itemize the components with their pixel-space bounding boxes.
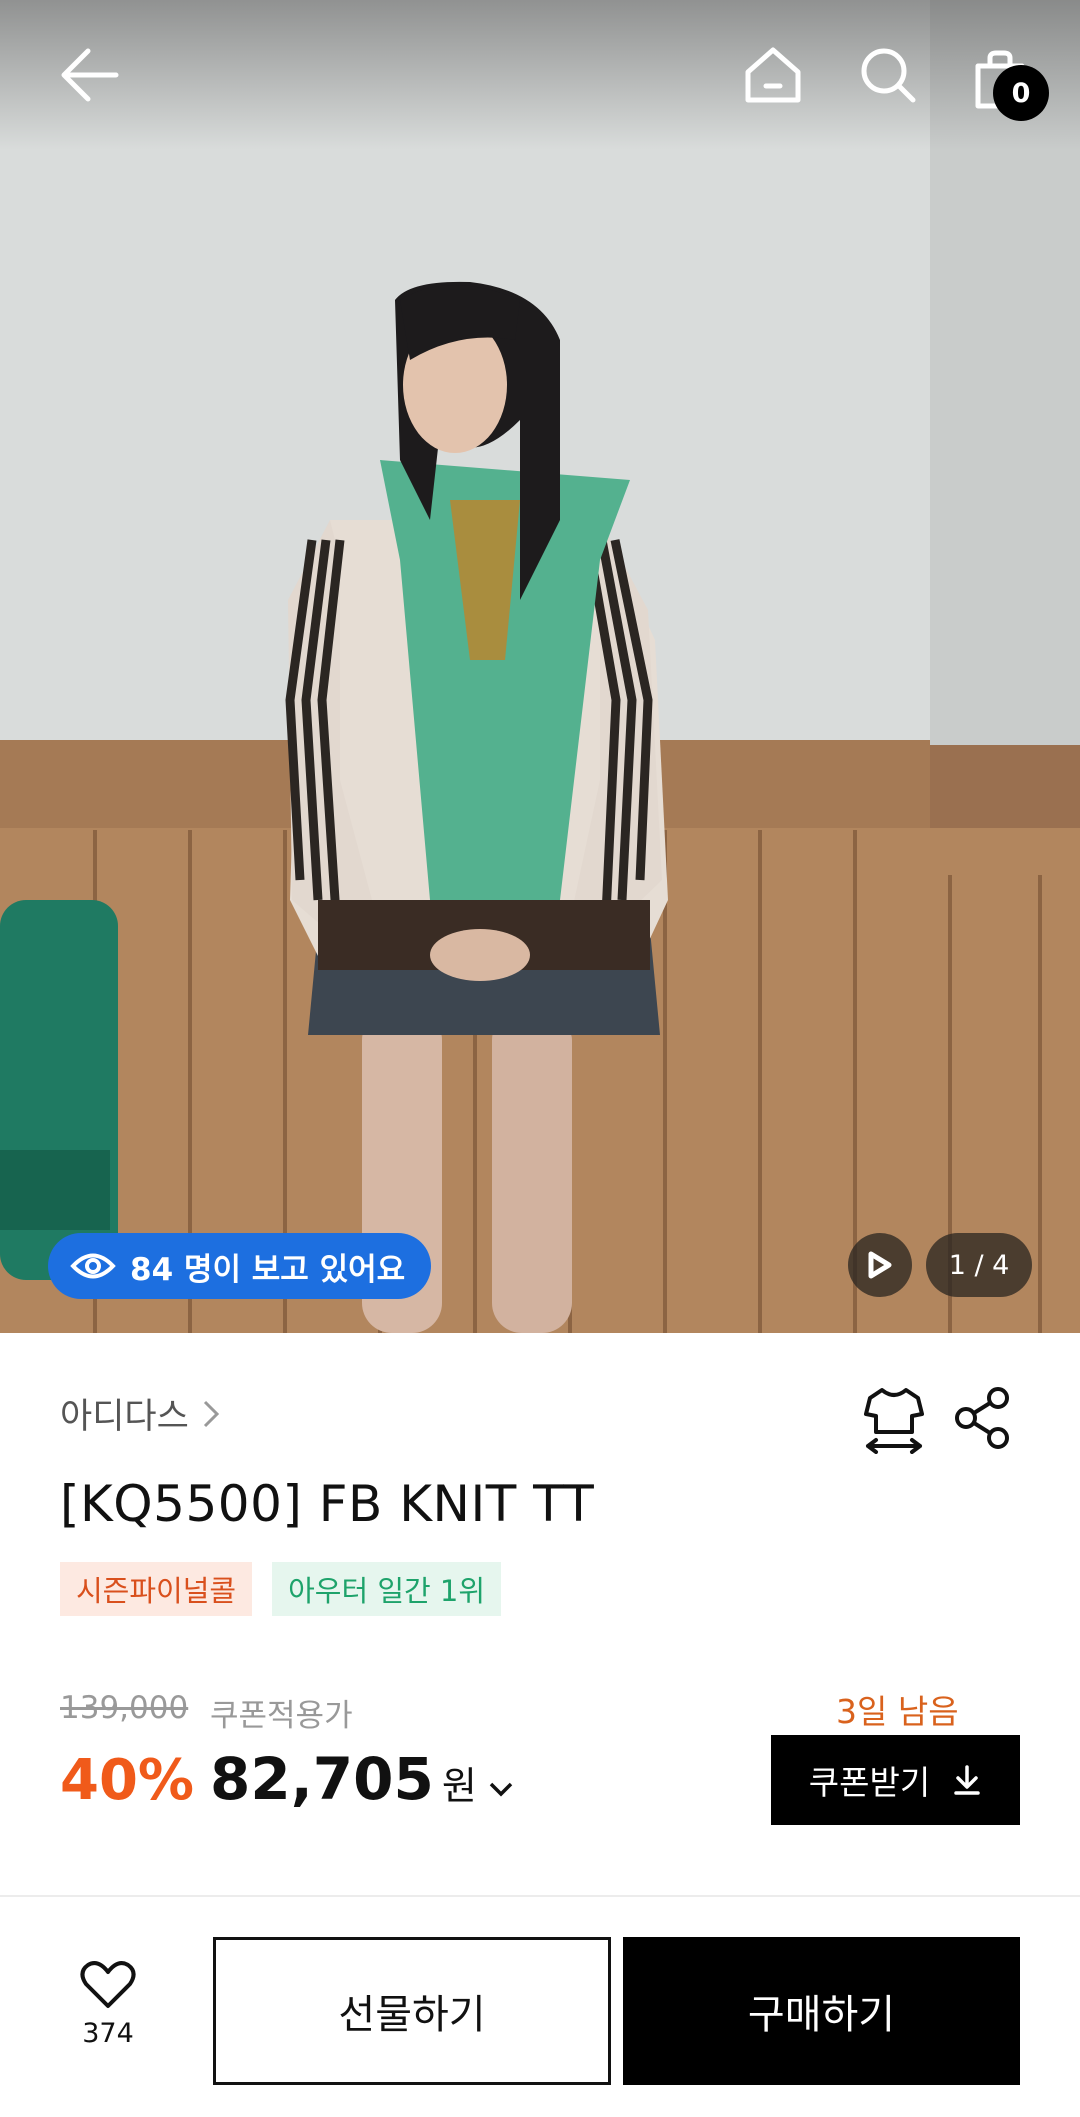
play-icon: [868, 1251, 892, 1279]
download-icon: [954, 1765, 980, 1795]
chevron-right-icon: [203, 1400, 219, 1427]
live-viewers-badge: 84 명이 보고 있어요: [48, 1233, 432, 1299]
sale-price: 82,705: [210, 1745, 434, 1813]
tshirt-size-icon: [864, 1388, 924, 1454]
home-icon[interactable]: [728, 30, 818, 120]
get-coupon-label: 쿠폰받기: [808, 1763, 931, 1802]
search-icon[interactable]: [843, 30, 933, 120]
coupon-days-left: 3일 남음: [836, 1692, 959, 1731]
original-price: 139,000: [60, 1690, 189, 1726]
top-navigation-bar: 0: [0, 0, 1080, 150]
coupon-applied-label: 쿠폰적용가: [210, 1698, 353, 1734]
brand-link[interactable]: 아디다스: [60, 1388, 221, 1439]
play-video-button[interactable]: [848, 1233, 912, 1297]
chevron-down-icon[interactable]: [487, 1779, 515, 1799]
tag-season-final-call: 시즌파이널콜: [60, 1562, 253, 1616]
image-page-indicator: 1 / 4: [926, 1233, 1032, 1297]
like-button[interactable]: 374: [60, 1960, 156, 2070]
discount-rate: 40%: [60, 1748, 195, 1813]
currency-unit: 원: [441, 1764, 477, 1808]
price-row[interactable]: 40% 82,705 원: [60, 1745, 515, 1813]
product-tags: 시즌파이널콜 아우터 일간 1위: [60, 1562, 502, 1616]
like-count: 374: [82, 2018, 134, 2049]
divider: [0, 1895, 1080, 1897]
eye-icon: [70, 1253, 116, 1279]
product-title: [KQ5500] FB KNIT TT: [60, 1475, 595, 1533]
share-button[interactable]: [952, 1386, 1014, 1450]
heart-icon: [80, 1961, 136, 2008]
tag-outer-daily-rank: 아우터 일간 1위: [272, 1562, 502, 1616]
buy-button[interactable]: 구매하기: [623, 1937, 1020, 2085]
brand-name: 아디다스: [60, 1397, 189, 1437]
gift-button[interactable]: 선물하기: [213, 1937, 611, 2085]
share-icon: [955, 1387, 1009, 1449]
product-photo: [0, 0, 1080, 1333]
product-image-carousel[interactable]: 0 84 명이 보고 있어요 1 / 4: [0, 0, 1080, 1333]
size-fit-button[interactable]: [862, 1384, 926, 1454]
cart-count-badge: 0: [993, 65, 1049, 121]
viewers-label: 84 명이 보고 있어요: [130, 1251, 406, 1288]
get-coupon-button[interactable]: 쿠폰받기: [771, 1735, 1020, 1825]
back-arrow-icon[interactable]: [40, 30, 140, 120]
